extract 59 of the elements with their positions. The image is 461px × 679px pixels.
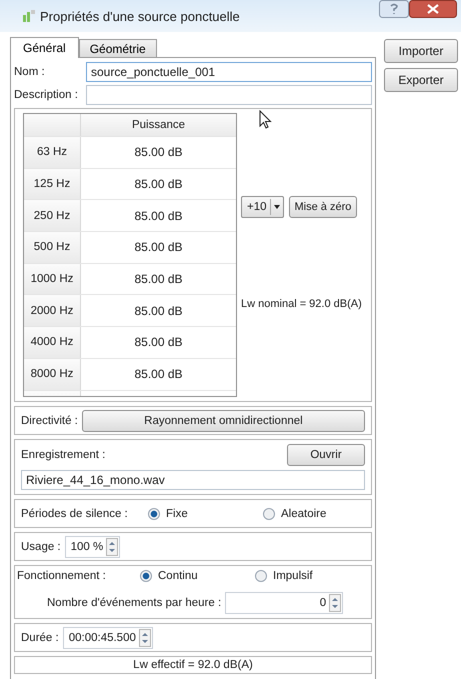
radio-button[interactable] [255,570,267,582]
events-spinbox[interactable]: 0 [225,592,344,614]
radio-button[interactable] [148,508,160,520]
table-cell-text: 85.00 dB [133,271,184,288]
side-button[interactable]: Exporter [384,68,458,92]
radio-button[interactable] [263,508,275,520]
help-icon[interactable] [379,0,409,18]
description-field[interactable] [86,85,372,105]
spinner-arrows-icon[interactable] [329,594,342,612]
radio-label: Continu [158,570,198,582]
window-title: Propriétés d'une source ponctuelle [40,8,240,24]
row-header: 8000 Hz [24,358,81,390]
directivity-button[interactable]: Rayonnement omnidirectionnel [82,410,365,432]
field-label: Fonctionnement : [17,570,107,582]
table-cell-text: 85.00 dB [133,334,184,352]
effective-level-text: Lw effectif = 92.0 dB(A) [14,656,372,674]
radio-label: Fixe [166,508,188,520]
open-button[interactable]: Ouvrir [287,444,365,466]
increment-dropdown[interactable]: +10 [241,196,284,218]
caret-icon [270,199,283,215]
row-header: 4000 Hz [24,327,81,358]
side-button[interactable]: Importer [384,39,458,63]
tab[interactable]: Géométrie [78,39,157,57]
field-label: Durée : [21,632,59,644]
mouse-pointer-icon [259,110,273,130]
table-cell-text: 85.00 dB [133,239,184,256]
field-label: Usage : [21,540,61,552]
column-header: Puissance [81,114,236,136]
spinner-arrows-icon[interactable] [106,538,118,556]
app-icon [22,9,36,23]
field-label: Enregistrement : [21,449,106,461]
reset-button[interactable]: Mise à zéro [288,196,358,218]
table-cell-text: 85.00 dB [133,144,184,162]
table-cell-text: 85.00 dB [133,366,184,384]
file-field[interactable]: Riviere_44_16_mono.wav [21,470,365,490]
row-header: 2000 Hz [24,295,81,326]
radio-label: Impulsif [273,570,313,582]
row-header: 500 Hz [24,232,81,263]
row-header: 125 Hz [24,168,81,200]
field-label: Directivité : [21,414,78,426]
field-label: Périodes de silence : [21,508,129,520]
name-field[interactable]: source_ponctuelle_001 [86,62,372,82]
duration-spinbox[interactable]: 00:00:45.500 [62,626,153,648]
field-label: Nom : [14,66,46,78]
field-label: Description : [14,89,79,101]
row-header: 63 Hz [24,137,81,168]
table-cell-text: 85.00 dB [133,176,184,194]
radio-button[interactable] [140,570,152,582]
radio-label: Aleatoire [281,508,326,520]
row-header: 250 Hz [24,200,81,232]
table-cell-text: 85.00 dB [133,208,184,225]
spinner-arrows-icon[interactable] [138,628,151,646]
field-label: Nombre d'événements par heure : [47,597,222,609]
nominal-level-text: Lw nominal = 92.0 dB(A) [241,298,363,310]
close-icon[interactable] [409,0,457,18]
row-header: 1000 Hz [24,264,81,294]
tab[interactable]: Général [10,37,79,58]
table-cell-text: 85.00 dB [133,302,184,320]
usage-spinbox[interactable]: 100 % [64,536,120,558]
